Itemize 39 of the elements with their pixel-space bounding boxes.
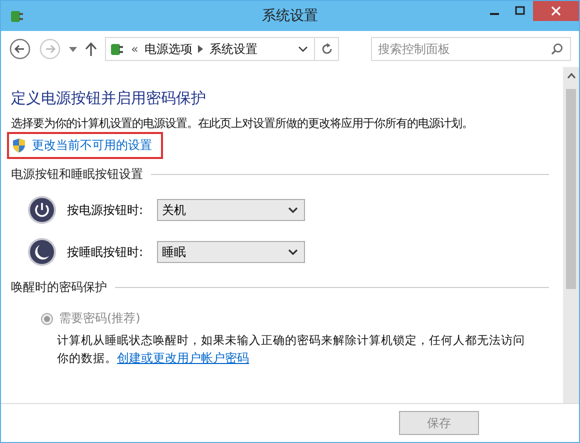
breadcrumb-overflow[interactable]: « [131, 42, 138, 56]
power-icon [27, 195, 57, 225]
maximize-icon [515, 6, 525, 16]
scrollbar[interactable] [563, 67, 579, 403]
chevron-down-icon[interactable] [298, 46, 308, 52]
dropdown[interactable]: 睡眠 [157, 241, 305, 263]
description-text: 选择要为你的计算机设置的电源设置。在此页上对设置所做的更改将应用于你所有的电源计划。 [11, 116, 474, 131]
close-button[interactable] [533, 1, 579, 21]
scrollbar-thumb[interactable] [566, 89, 576, 289]
up-arrow-icon[interactable] [85, 42, 97, 56]
shield-icon [12, 138, 26, 153]
address-bar[interactable]: « 电源选项 系统设置 [105, 37, 315, 61]
back-button[interactable] [9, 38, 31, 60]
power-plug-icon [109, 41, 125, 57]
field-label: 按电源按钮时: [67, 202, 144, 218]
search-icon [551, 43, 563, 55]
option-description: 计算机从睡眠状态唤醒时，如果未输入正确的密码来解除计算机锁定，任何人都无法访问你的数据。创建或更改用户帐户密码 [57, 332, 526, 367]
minimize-icon [490, 13, 498, 15]
page-heading: 定义电源按钮并启用密码保护 [11, 89, 207, 108]
window-title: 系统设置 [262, 7, 318, 25]
search-field[interactable]: 搜索控制面板 [371, 37, 571, 61]
chevron-right-icon[interactable] [198, 45, 204, 53]
breadcrumb-item[interactable]: 系统设置 [209, 40, 258, 58]
dropdown[interactable]: 关机 [157, 199, 305, 221]
power-plug-icon [9, 8, 25, 24]
refresh-icon [320, 43, 332, 55]
refresh-button[interactable] [315, 37, 339, 61]
moon-icon [27, 237, 57, 267]
radio-label: 需要密码(推荐) [59, 310, 140, 327]
chevron-down-icon [288, 248, 298, 256]
close-icon [551, 6, 561, 16]
change-settings-link[interactable]: 更改当前不可用的设置 [32, 137, 152, 154]
section-title: 唤醒时的密码保护 [11, 279, 107, 296]
field-label: 按睡眠按钮时: [67, 244, 144, 260]
breadcrumb-item[interactable]: 电源选项 [144, 40, 192, 58]
dropdown-caret-icon[interactable] [69, 46, 77, 52]
chevron-down-icon [288, 206, 298, 214]
scroll-up-icon[interactable] [566, 73, 576, 79]
section-title: 电源按钮和睡眠按钮设置 [11, 166, 143, 183]
